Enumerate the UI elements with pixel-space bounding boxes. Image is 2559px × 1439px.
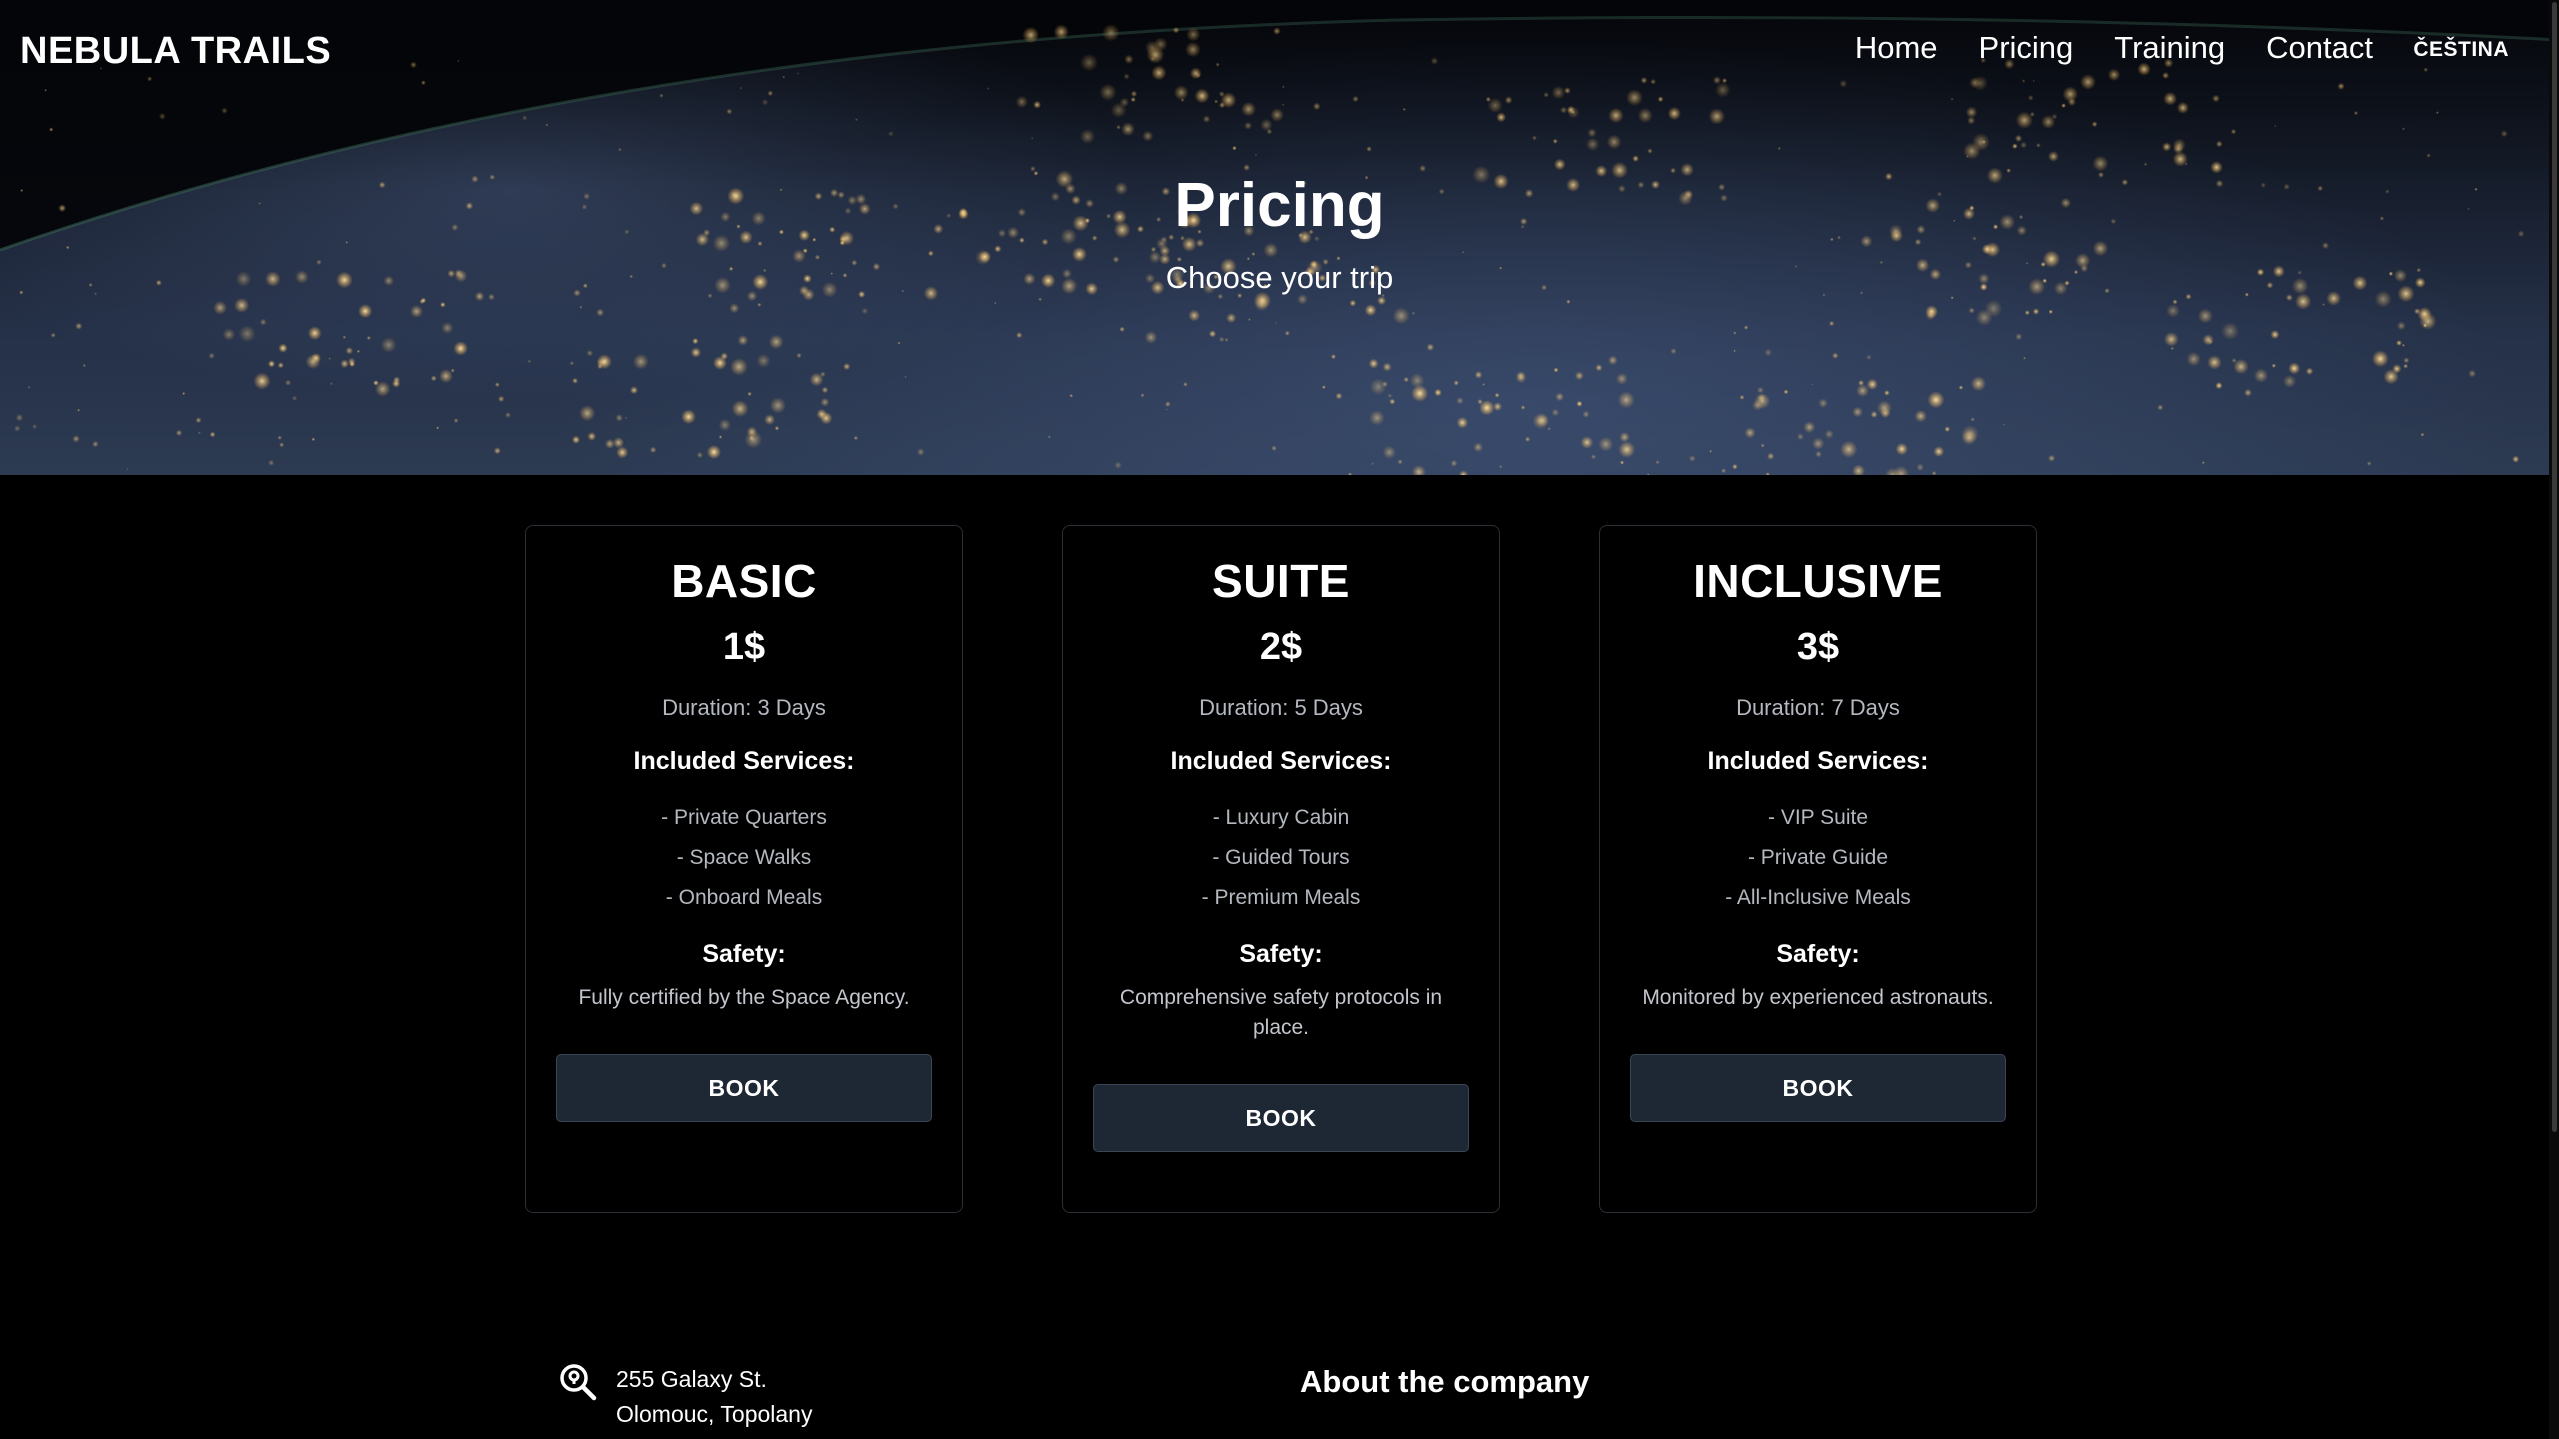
plan-price: 2$ — [1259, 626, 1303, 668]
service-item: - Premium Meals — [1201, 886, 1361, 909]
plan-name: SUITE — [1212, 555, 1350, 607]
service-item: - Guided Tours — [1212, 846, 1350, 869]
page-subtitle: Choose your trip — [1165, 260, 1394, 295]
included-services-heading: Included Services: — [1170, 747, 1392, 775]
service-item: - Onboard Meals — [665, 886, 823, 909]
scrollbar-thumb[interactable] — [2552, 2, 2557, 1132]
included-services-heading: Included Services: — [1707, 747, 1929, 775]
services-list: - VIP Suite - Private Guide - All-Inclus… — [1600, 798, 2036, 918]
nav-contact[interactable]: Contact — [2266, 30, 2373, 66]
service-item: - VIP Suite — [1768, 806, 1868, 829]
service-item: - All-Inclusive Meals — [1725, 886, 1911, 909]
service-item: - Private Guide — [1747, 846, 1889, 869]
book-button-basic[interactable]: BOOK — [556, 1054, 932, 1122]
safety-text: Comprehensive safety protocols in place. — [1119, 986, 1443, 1039]
plan-name: INCLUSIVE — [1693, 555, 1943, 607]
nav-pricing[interactable]: Pricing — [1979, 30, 2074, 66]
nav-home[interactable]: Home — [1855, 30, 1938, 66]
scrollbar[interactable] — [2549, 0, 2559, 1439]
book-button-suite[interactable]: BOOK — [1093, 1084, 1469, 1152]
service-item: - Private Quarters — [661, 806, 827, 829]
plan-duration: Duration: 7 Days — [1736, 695, 1900, 720]
safety-text: Fully certified by the Space Agency. — [578, 986, 910, 1009]
location-search-icon — [558, 1362, 598, 1432]
safety-heading: Safety: — [1239, 940, 1323, 968]
services-list: - Private Quarters - Space Walks - Onboa… — [526, 798, 962, 918]
service-item: - Space Walks — [676, 846, 812, 869]
hero-banner: NEBULA TRAILS Home Pricing Training Cont… — [0, 0, 2559, 475]
services-list: - Luxury Cabin - Guided Tours - Premium … — [1063, 798, 1499, 918]
address-line-2: Olomouc, Topolany — [616, 1401, 813, 1427]
plan-price: 3$ — [1796, 626, 1840, 668]
plan-name: BASIC — [671, 555, 817, 607]
service-item: - Luxury Cabin — [1212, 806, 1350, 829]
about-heading: About the company — [1300, 1364, 1590, 1399]
plan-card-inclusive: INCLUSIVE 3$ Duration: 7 Days Included S… — [1599, 525, 2037, 1213]
safety-heading: Safety: — [1776, 940, 1860, 968]
main-nav: Home Pricing Training Contact — [1814, 30, 2373, 66]
language-switch[interactable]: ČEŠTINA — [2413, 38, 2509, 62]
plan-price: 1$ — [722, 626, 766, 668]
plan-duration: Duration: 5 Days — [1199, 695, 1363, 720]
footer-address: 255 Galaxy St. Olomouc, Topolany — [558, 1362, 812, 1432]
plan-card-suite: SUITE 2$ Duration: 5 Days Included Servi… — [1062, 525, 1500, 1213]
page-title: Pricing — [1174, 171, 1385, 240]
nav-training[interactable]: Training — [2114, 30, 2225, 66]
page: NEBULA TRAILS Home Pricing Training Cont… — [0, 0, 2559, 1439]
plan-card-basic: BASIC 1$ Duration: 3 Days Included Servi… — [525, 525, 963, 1213]
brand-logo[interactable]: NEBULA TRAILS — [20, 30, 331, 73]
safety-text: Monitored by experienced astronauts. — [1642, 986, 1994, 1009]
pricing-cards: BASIC 1$ Duration: 3 Days Included Servi… — [525, 525, 2037, 1213]
book-button-inclusive[interactable]: BOOK — [1630, 1054, 2006, 1122]
plan-duration: Duration: 3 Days — [662, 695, 826, 720]
safety-heading: Safety: — [702, 940, 786, 968]
address-line-1: 255 Galaxy St. — [616, 1366, 767, 1392]
included-services-heading: Included Services: — [633, 747, 855, 775]
